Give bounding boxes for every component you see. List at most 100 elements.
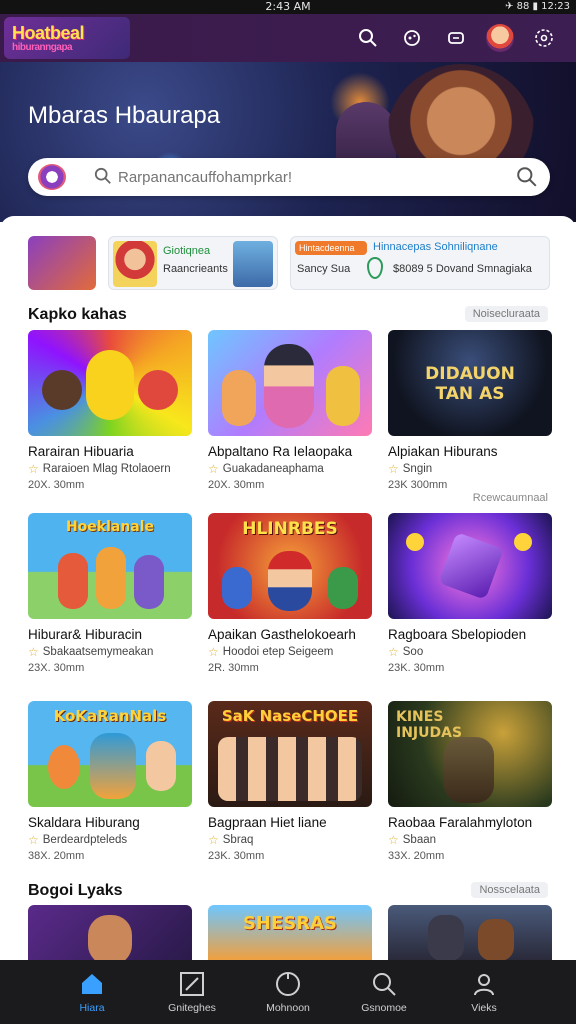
game-title: Ragboara Sbelopioden [388,627,527,642]
search-bar [28,158,550,196]
game-tile[interactable]: Abpaltano Ra Ielaopaka ☆ Guakadaneaphama … [208,330,372,491]
game-tile[interactable]: DIDAUON TAN AS Alpiakan Hiburans ☆ Sngin … [388,330,552,491]
game-thumbnail [28,330,192,436]
game-thumbnail: DIDAUON TAN AS [388,330,552,436]
search-submit-icon[interactable] [516,166,538,188]
game-tile[interactable]: Ragboara Sbelopioden ☆ Soo 23K. 30mm [388,513,552,674]
logo-subtext: hiburanngapa [12,42,73,53]
nav-item-profile[interactable]: Vieks [436,960,532,1024]
game-publisher: Guakadaneaphama [222,463,324,475]
game-publisher: Soo [402,646,424,658]
game-tile[interactable] [388,905,552,960]
section-title: Bogoi Lyaks [28,882,123,899]
logo-text: Hoatbeal [12,23,85,43]
promo-detail: $8089 5 Dovand Smnagiaka [393,263,532,275]
star-icon: ☆ [28,833,39,847]
game-meta: ☆ Hoodoi etep Seigeem [208,645,372,659]
nav-label: Vieks [471,1002,497,1014]
game-publisher: Raraioen Mlag Rtolaoern [42,463,171,475]
star-icon: ☆ [388,645,399,659]
star-icon: ☆ [208,833,219,847]
character-art [222,567,252,609]
game-meta: ☆ Guakadaneaphama [208,462,372,476]
game-thumbnail: KINES INJUDAS [388,701,552,807]
controller-icon[interactable] [442,24,470,52]
app-bar: Hoatbeal hiburanngapa [0,14,576,62]
see-all-link[interactable]: Noisecluraata [464,306,548,322]
search-input[interactable] [118,164,498,190]
row-more-link[interactable]: Rcewcaumnaal [473,492,548,504]
hero-title: Mbaras Hbaurapa [28,102,221,129]
see-all-link[interactable]: Nosscelaata [471,882,548,898]
character-art [58,553,88,609]
game-tile[interactable]: Rarairan Hibuaria ☆ Raraioen Mlag Rtolaoe… [28,330,192,491]
character-art [146,741,176,791]
character-art [328,567,358,609]
gamepad-icon[interactable] [398,24,426,52]
nav-label: Mohnoon [266,1002,310,1014]
game-tile[interactable]: KINES INJUDAS Raobaa Faralahmyloton ☆ Sba… [388,701,552,862]
game-meta: ☆ Sbraq [208,833,372,847]
character-art [96,547,126,609]
thumbnail-title-art: SHESRAS [242,913,338,934]
star-icon: ☆ [28,645,39,659]
app-logo[interactable]: Hoatbeal hiburanngapa [4,17,130,59]
game-size: 2R. 30mm [208,662,259,674]
search-icon[interactable] [354,24,382,52]
game-size: 33X. 20mm [388,850,445,862]
game-meta: ☆ Raraioen Mlag Rtolaoern [28,462,192,476]
gallery-icon [180,972,204,996]
hero-banner[interactable]: Mbaras Hbaurapa [0,62,576,222]
game-title: Skaldara Hiburang [28,815,140,830]
game-size: 20X. 30mm [208,479,265,491]
search-icon [373,973,396,996]
character-art [86,350,134,420]
game-title: Hiburar& Hiburacin [28,627,143,642]
game-size: 23K. 30mm [208,850,265,862]
game-title: Alpiakan Hiburans [388,444,498,459]
bottom-navigation: Hiara Gniteghes Mohnoon Gsnomoe Vieks [0,960,576,1024]
star-icon: ☆ [388,833,399,847]
game-thumbnail: HLINRBES [208,513,372,619]
promo-art [233,241,273,287]
settings-icon[interactable] [530,24,558,52]
character-art [48,745,80,789]
game-thumbnail: SHESRAS [208,905,372,960]
nav-label: Gsnomoe [361,1002,407,1014]
game-meta: ☆ Berdeardpteleds [28,833,192,847]
game-size: 23K 300mm [388,479,448,491]
game-thumbnail [388,513,552,619]
character-art [90,733,136,799]
game-tile[interactable]: KoKaRanNals Skaldara Hiburang ☆ Berdeardp… [28,701,192,862]
promo-title: Giotiqnea [163,245,211,257]
character-art [222,370,256,426]
game-meta: ☆ Soo [388,645,552,659]
star-icon: ☆ [208,462,219,476]
game-tile[interactable]: SaK NaseCHOEE Bagpraan Hiet liane ☆ Sbraq… [208,701,372,862]
game-thumbnail [388,905,552,960]
profile-avatar[interactable] [486,24,514,52]
nav-item-home[interactable]: Hiara [44,960,140,1024]
nav-item-library[interactable]: Mohnoon [240,960,336,1024]
status-bar: 2:43 AM ✈ 88 ▮ 12:23 [0,0,576,14]
thumbnail-title-art: HLINRBES [242,519,338,539]
promo-card[interactable]: Giotiqnea Raancrieants [108,236,278,290]
character-art [326,366,360,426]
thumbnail-title-art: KoKaRanNals [53,707,167,725]
nav-item-search[interactable]: Gsnomoe [336,960,432,1024]
promo-card[interactable]: Hintacdeenna Hinnacepas Sohniliqnane San… [290,236,550,290]
game-title: Apaikan Gasthelokoearh [208,627,356,642]
game-meta: ☆ Sbakaatsemymeakan [28,645,192,659]
circle-icon [276,972,300,996]
promo-title: Hinnacepas Sohniliqnane [373,241,498,253]
game-tile[interactable]: SHESRAS [208,905,372,960]
character-art [138,370,178,410]
game-tile[interactable]: Hoeklanale Hiburar& Hiburacin ☆ Sbakaatse… [28,513,192,674]
nav-item-categories[interactable]: Gniteghes [144,960,240,1024]
nav-label: Hiara [79,1002,105,1014]
game-tile[interactable]: HLINRBES Apaikan Gasthelokoearh ☆ Hoodoi … [208,513,372,674]
thumbnail-title-art: SaK NaseCHOEE [221,707,359,725]
section-title: Kapko kahas [28,306,127,323]
promo-card[interactable] [28,236,96,290]
game-tile[interactable] [28,905,192,960]
